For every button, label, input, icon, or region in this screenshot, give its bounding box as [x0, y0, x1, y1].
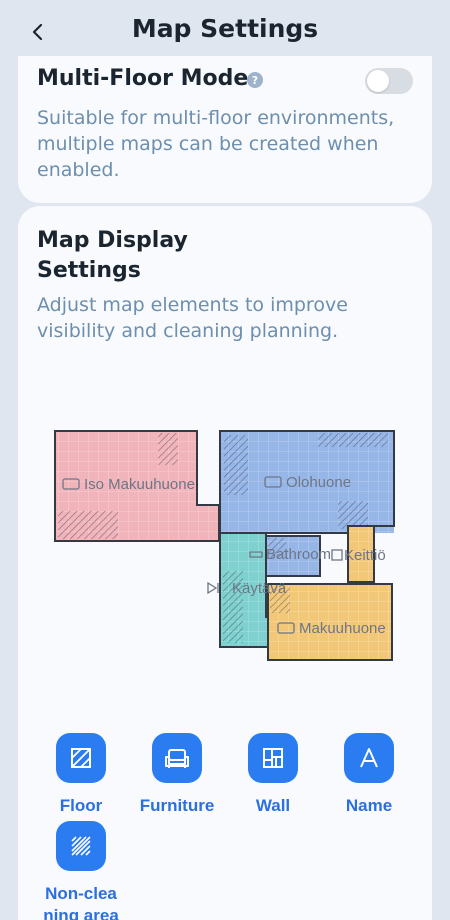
- map-display-description: Adjust map elements to improve visibilit…: [37, 294, 348, 342]
- multi-floor-description: Suitable for multi-floor environments, m…: [37, 107, 395, 181]
- tool-floor[interactable]: Floor: [31, 733, 131, 817]
- non-cleaning-area-icon: [71, 836, 91, 856]
- wall-icon: [263, 748, 283, 768]
- floor-label: Floor: [59, 796, 103, 815]
- tool-furniture[interactable]: Furniture: [127, 733, 227, 817]
- name-icon: [360, 748, 378, 768]
- wall-label: Wall: [255, 796, 291, 815]
- furniture-label: Furniture: [139, 796, 215, 815]
- svg-text:Makuuhuone: Makuuhuone: [299, 620, 386, 637]
- map-display-title: Map Display Settings: [37, 228, 188, 283]
- svg-text:Olohuone: Olohuone: [286, 474, 351, 491]
- toggle-knob: [367, 70, 389, 92]
- svg-text:Iso Makuuhuone: Iso Makuuhuone: [84, 476, 195, 493]
- tool-non-cleaning-area[interactable]: Non-clea ning area: [31, 821, 131, 920]
- name-label: Name: [345, 796, 393, 815]
- map-preview: Iso Makuuhuone Olohuone Bathroom Keittiö…: [18, 421, 432, 671]
- multi-floor-card: Multi-Floor Mode ? Suitable for multi-fl…: [18, 56, 432, 203]
- floor-map: Iso Makuuhuone Olohuone Bathroom Keittiö…: [54, 430, 395, 661]
- page-title: Map Settings: [131, 14, 319, 43]
- furniture-icon: [165, 749, 189, 768]
- map-display-card: Map Display Settings Adjust map elements…: [18, 206, 432, 920]
- svg-text:Käytävä: Käytävä: [232, 580, 287, 597]
- floor-icon: [71, 748, 91, 768]
- name-button[interactable]: [344, 733, 394, 783]
- wall-button[interactable]: [248, 733, 298, 783]
- non-cleaning-area-label: Non-clea ning area: [43, 884, 119, 920]
- furniture-button[interactable]: [152, 733, 202, 783]
- top-bar: Map Settings: [0, 0, 450, 64]
- multi-floor-toggle[interactable]: [365, 68, 413, 94]
- floor-button[interactable]: [56, 733, 106, 783]
- non-cleaning-area-button[interactable]: [56, 821, 106, 871]
- tool-name[interactable]: Name: [319, 733, 419, 817]
- multi-floor-title: Multi-Floor Mode: [37, 66, 249, 91]
- svg-text:Keittiö: Keittiö: [344, 547, 386, 564]
- tool-wall[interactable]: Wall: [223, 733, 323, 817]
- help-icon[interactable]: ?: [247, 72, 263, 88]
- room-label-keittio: Keittiö: [331, 547, 386, 564]
- svg-text:Bathroom: Bathroom: [266, 546, 331, 563]
